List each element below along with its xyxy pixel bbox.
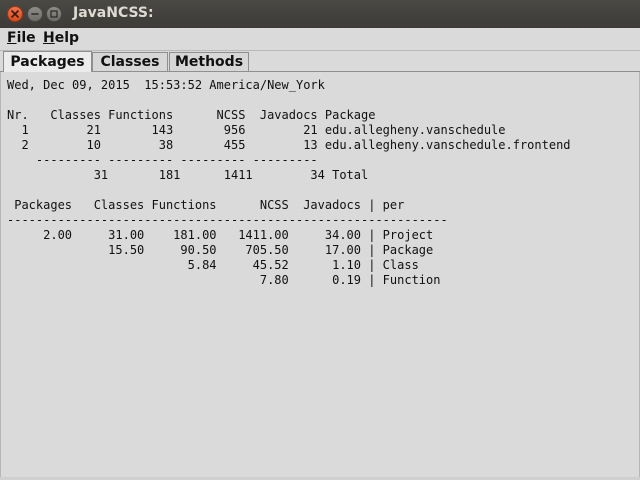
menu-help[interactable]: Help	[43, 30, 79, 46]
window-title: JavaNCSS:	[73, 5, 154, 21]
menu-file-mnemonic: F	[7, 30, 17, 46]
menu-file-label: ile	[16, 30, 36, 46]
close-window-button[interactable]	[7, 6, 23, 22]
average-table-separator: ----------------------------------------…	[7, 213, 448, 227]
report-text[interactable]: Wed, Dec 09, 2015 15:53:52 America/New_Y…	[7, 78, 571, 288]
average-table-header: Packages Classes Functions NCSS Javadocs…	[7, 198, 405, 212]
package-table-total: 31 181 1411 34 Total	[7, 168, 369, 182]
minimize-window-button[interactable]	[27, 6, 43, 22]
title-bar[interactable]: JavaNCSS:	[0, 0, 640, 28]
average-row: 7.80 0.19 | Function	[7, 273, 441, 287]
menu-help-label: elp	[54, 30, 80, 46]
report-panel[interactable]: Wed, Dec 09, 2015 15:53:52 America/New_Y…	[0, 72, 640, 478]
tab-classes[interactable]: Classes	[92, 52, 168, 71]
menu-file[interactable]: File	[7, 30, 36, 46]
tab-strip: Packages Classes Methods	[0, 51, 640, 72]
menu-help-mnemonic: H	[43, 30, 55, 46]
close-icon	[11, 10, 19, 18]
average-row: 2.00 31.00 181.00 1411.00 34.00 | Projec…	[7, 228, 434, 242]
package-table-separator: --------- --------- --------- ---------	[7, 153, 318, 167]
package-table-header: Nr. Classes Functions NCSS Javadocs Pack…	[7, 108, 376, 122]
package-row: 1 21 143 956 21 edu.allegheny.vanschedul…	[7, 123, 506, 137]
report-timestamp: Wed, Dec 09, 2015 15:53:52 America/New_Y…	[7, 78, 325, 92]
package-row: 2 10 38 455 13 edu.allegheny.vanschedule…	[7, 138, 571, 152]
javancss-window: JavaNCSS: File Help Packages Classes Met…	[0, 0, 640, 480]
tab-methods[interactable]: Methods	[169, 52, 249, 71]
maximize-window-button[interactable]	[46, 6, 62, 22]
minimize-icon	[31, 13, 39, 15]
maximize-icon	[50, 10, 58, 18]
tab-packages[interactable]: Packages	[3, 51, 92, 72]
menu-bar: File Help	[0, 28, 640, 51]
average-row: 5.84 45.52 1.10 | Class	[7, 258, 419, 272]
average-row: 15.50 90.50 705.50 17.00 | Package	[7, 243, 434, 257]
